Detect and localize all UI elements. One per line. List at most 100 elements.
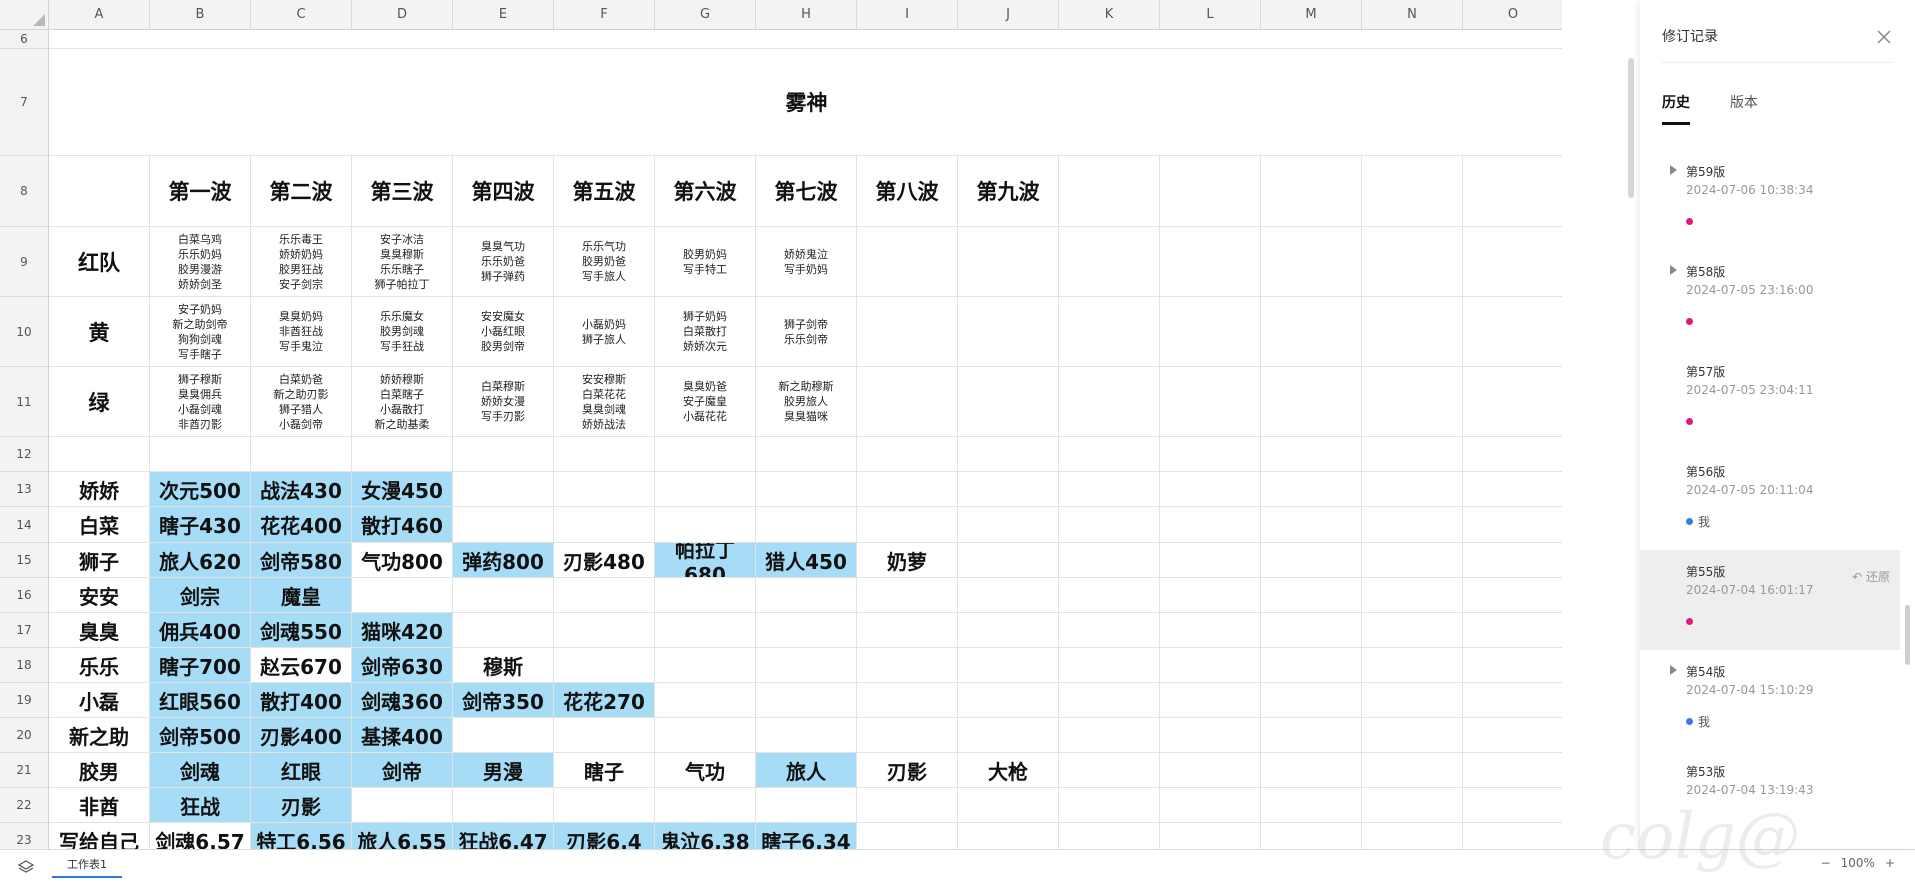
empty-cell[interactable] <box>1160 683 1261 718</box>
wave-header[interactable]: 第一波 <box>150 156 251 227</box>
empty-cell[interactable] <box>1059 227 1160 297</box>
column-header-n[interactable]: N <box>1362 0 1463 30</box>
player-wave-cell[interactable]: 弹药800 <box>453 543 554 578</box>
empty-cell[interactable] <box>1261 507 1362 543</box>
vertical-scrollbar[interactable] <box>1628 58 1634 198</box>
team-wave-cell[interactable]: 安安穆斯 白菜花花 臭臭剑魂 娇娇战法 <box>554 367 655 437</box>
column-header-f[interactable]: F <box>554 0 655 30</box>
row-header-11[interactable]: 11 <box>0 367 49 437</box>
empty-cell[interactable] <box>352 437 453 472</box>
empty-cell[interactable] <box>1463 578 1562 613</box>
row-header-8[interactable]: 8 <box>0 156 49 227</box>
player-wave-cell[interactable]: 剑帝 <box>352 753 453 788</box>
player-wave-cell[interactable]: 散打400 <box>251 683 352 718</box>
player-wave-cell[interactable]: 大枪 <box>958 753 1059 788</box>
player-wave-cell[interactable] <box>958 823 1059 849</box>
team-wave-cell[interactable]: 安安魔女 小磊红眼 胶男剑帝 <box>453 297 554 367</box>
empty-cell[interactable] <box>1362 227 1463 297</box>
player-name-cell[interactable]: 新之助 <box>49 718 150 753</box>
version-item[interactable]: 第58版 2024-07-05 23:16:00 <box>1640 250 1900 350</box>
empty-cell[interactable] <box>1160 613 1261 648</box>
empty-cell[interactable] <box>857 437 958 472</box>
player-wave-cell[interactable]: 瞎子430 <box>150 507 251 543</box>
empty-cell[interactable] <box>1059 788 1160 823</box>
version-item[interactable]: 第56版 2024-07-05 20:11:04 我 <box>1640 450 1900 550</box>
team-wave-cell[interactable]: 娇娇穆斯 白菜瞎子 小磊散打 新之助基柔 <box>352 367 453 437</box>
empty-cell[interactable] <box>1261 718 1362 753</box>
empty-cell[interactable] <box>1261 297 1362 367</box>
player-wave-cell[interactable] <box>554 648 655 683</box>
empty-cell[interactable] <box>1261 753 1362 788</box>
player-name-cell[interactable]: 娇娇 <box>49 472 150 507</box>
column-header-h[interactable]: H <box>756 0 857 30</box>
empty-cell[interactable] <box>1362 683 1463 718</box>
player-wave-cell[interactable]: 赵云670 <box>251 648 352 683</box>
player-wave-cell[interactable] <box>655 788 756 823</box>
expand-arrow-icon[interactable] <box>1670 165 1677 175</box>
player-wave-cell[interactable] <box>655 648 756 683</box>
player-wave-cell[interactable] <box>453 507 554 543</box>
player-wave-cell[interactable] <box>857 613 958 648</box>
player-wave-cell[interactable] <box>453 578 554 613</box>
team-wave-cell[interactable]: 臭臭奶爸 安子魔皇 小磊花花 <box>655 367 756 437</box>
empty-cell[interactable] <box>1463 227 1562 297</box>
empty-cell[interactable] <box>1261 683 1362 718</box>
team-name-cell[interactable]: 绿 <box>49 367 150 437</box>
empty-cell[interactable] <box>1463 788 1562 823</box>
player-wave-cell[interactable]: 帕拉丁680 <box>655 543 756 578</box>
player-wave-cell[interactable] <box>857 788 958 823</box>
wave-header[interactable]: 第四波 <box>453 156 554 227</box>
player-wave-cell[interactable]: 瞎子700 <box>150 648 251 683</box>
row-header-14[interactable]: 14 <box>0 507 49 543</box>
empty-cell[interactable] <box>1261 648 1362 683</box>
empty-cell[interactable] <box>1362 823 1463 849</box>
player-wave-cell[interactable]: 红眼560 <box>150 683 251 718</box>
player-wave-cell[interactable] <box>857 578 958 613</box>
empty-cell[interactable] <box>1059 367 1160 437</box>
team-wave-cell[interactable] <box>958 227 1059 297</box>
team-wave-cell[interactable] <box>857 227 958 297</box>
empty-cell[interactable] <box>1160 823 1261 849</box>
player-wave-cell[interactable] <box>756 507 857 543</box>
empty-cell[interactable] <box>1059 718 1160 753</box>
player-wave-cell[interactable] <box>655 613 756 648</box>
player-wave-cell[interactable]: 剑帝500 <box>150 718 251 753</box>
empty-cell[interactable] <box>1261 227 1362 297</box>
column-header-b[interactable]: B <box>150 0 251 30</box>
empty-cell[interactable] <box>1463 543 1562 578</box>
empty-cell[interactable] <box>1160 578 1261 613</box>
empty-cell[interactable] <box>1160 297 1261 367</box>
team-wave-cell[interactable]: 新之助穆斯 胶男旅人 臭臭猫咪 <box>756 367 857 437</box>
player-wave-cell[interactable]: 奶萝 <box>857 543 958 578</box>
column-header-k[interactable]: K <box>1059 0 1160 30</box>
row-header-18[interactable]: 18 <box>0 648 49 683</box>
wave-header[interactable]: 第八波 <box>857 156 958 227</box>
empty-cell[interactable] <box>1059 648 1160 683</box>
empty-cell[interactable] <box>1261 543 1362 578</box>
team-wave-cell[interactable] <box>857 367 958 437</box>
player-name-cell[interactable]: 安安 <box>49 578 150 613</box>
player-wave-cell[interactable] <box>453 472 554 507</box>
empty-cell[interactable] <box>1160 718 1261 753</box>
player-wave-cell[interactable] <box>655 507 756 543</box>
empty-cell[interactable] <box>1160 227 1261 297</box>
player-wave-cell[interactable] <box>756 613 857 648</box>
team-wave-cell[interactable]: 安子奶妈 新之助剑帝 狗狗剑魂 写手瞎子 <box>150 297 251 367</box>
player-wave-cell[interactable]: 狂战6.47 <box>453 823 554 849</box>
team-wave-cell[interactable]: 狮子奶妈 白菜散打 娇娇次元 <box>655 297 756 367</box>
panel-scrollbar[interactable] <box>1905 605 1910 665</box>
empty-cell[interactable] <box>1059 578 1160 613</box>
empty-cell[interactable] <box>49 437 150 472</box>
empty-cell[interactable] <box>1059 753 1160 788</box>
empty-cell[interactable] <box>1463 823 1562 849</box>
empty-cell[interactable] <box>1362 613 1463 648</box>
player-name-cell[interactable]: 乐乐 <box>49 648 150 683</box>
empty-cell[interactable] <box>150 437 251 472</box>
version-item[interactable]: 第59版 2024-07-06 10:38:34 <box>1640 150 1900 250</box>
empty-cell[interactable] <box>1463 718 1562 753</box>
empty-cell[interactable] <box>1463 367 1562 437</box>
column-header-i[interactable]: I <box>857 0 958 30</box>
player-wave-cell[interactable]: 刃影400 <box>251 718 352 753</box>
wave-header[interactable]: 第五波 <box>554 156 655 227</box>
empty-cell[interactable] <box>1362 507 1463 543</box>
